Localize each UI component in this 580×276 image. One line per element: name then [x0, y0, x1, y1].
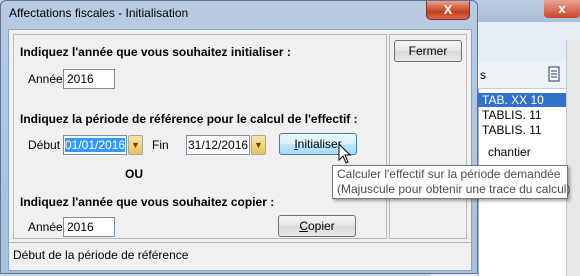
close-button[interactable]: X — [426, 1, 470, 20]
or-separator: OU — [125, 167, 143, 181]
initialise-year-label: Année — [28, 72, 63, 86]
fermer-button[interactable]: Fermer — [394, 40, 462, 62]
status-bar: Début de la période de référence — [9, 242, 471, 270]
document-icon[interactable] — [548, 66, 560, 82]
copy-year-label: Année — [28, 220, 63, 234]
initialisation-dialog: Affectations fiscales - Initialisation X… — [0, 0, 478, 274]
initialiser-tooltip: Calculer l'effectif sur la période deman… — [332, 165, 571, 199]
copy-year-heading: Indiquez l'année que vous souhaitez copi… — [20, 195, 275, 209]
copier-button[interactable]: Copier — [278, 215, 356, 237]
close-icon: X — [443, 2, 453, 17]
start-date-input[interactable]: 01/01/2016 — [63, 135, 127, 155]
start-date-value: 01/01/2016 — [65, 138, 126, 152]
end-date-dropdown[interactable]: ▼ — [251, 135, 266, 155]
tooltip-line-1: Calculer l'effectif sur la période deman… — [337, 167, 561, 181]
background-scrollbar[interactable] — [566, 40, 580, 276]
start-date-label: Début — [28, 138, 61, 152]
chevron-down-icon: ▼ — [254, 140, 263, 150]
copy-year-input[interactable]: 2016 — [63, 217, 115, 237]
end-date-label: Fin — [152, 138, 169, 152]
chevron-down-icon: ▼ — [131, 140, 140, 150]
dialog-client-area: Indiquez l'année que vous souhaitez init… — [8, 29, 472, 271]
initialise-year-heading: Indiquez l'année que vous souhaitez init… — [20, 45, 291, 59]
dialog-title: Affectations fiscales - Initialisation — [9, 6, 189, 20]
background-header-text: s — [480, 68, 486, 82]
initialise-year-input[interactable]: 2016 — [63, 69, 115, 89]
side-panel: Fermer — [389, 34, 467, 239]
mouse-pointer-icon — [338, 142, 352, 165]
background-list-item[interactable]: TABLIS. 11 — [478, 108, 566, 122]
end-date-input[interactable]: 31/12/2016 — [186, 135, 250, 155]
initialiser-label: nitialiser — [297, 137, 342, 151]
tooltip-line-2: (Majuscule pour obtenir une trace du cal… — [337, 182, 571, 196]
background-list-item[interactable]: TAB. XX 10 — [478, 93, 566, 107]
background-list-item[interactable]: TABLIS. 11 — [478, 123, 566, 137]
start-date-dropdown[interactable]: ▼ — [128, 135, 143, 155]
background-list-item[interactable]: chantier — [478, 145, 566, 159]
copier-mnemonic: C — [299, 219, 308, 233]
copier-label: opier — [307, 219, 335, 233]
background-close-button[interactable]: x — [544, 0, 580, 18]
reference-period-heading: Indiquez la période de référence pour le… — [20, 112, 358, 126]
main-panel: Indiquez l'année que vous souhaitez init… — [13, 34, 387, 239]
